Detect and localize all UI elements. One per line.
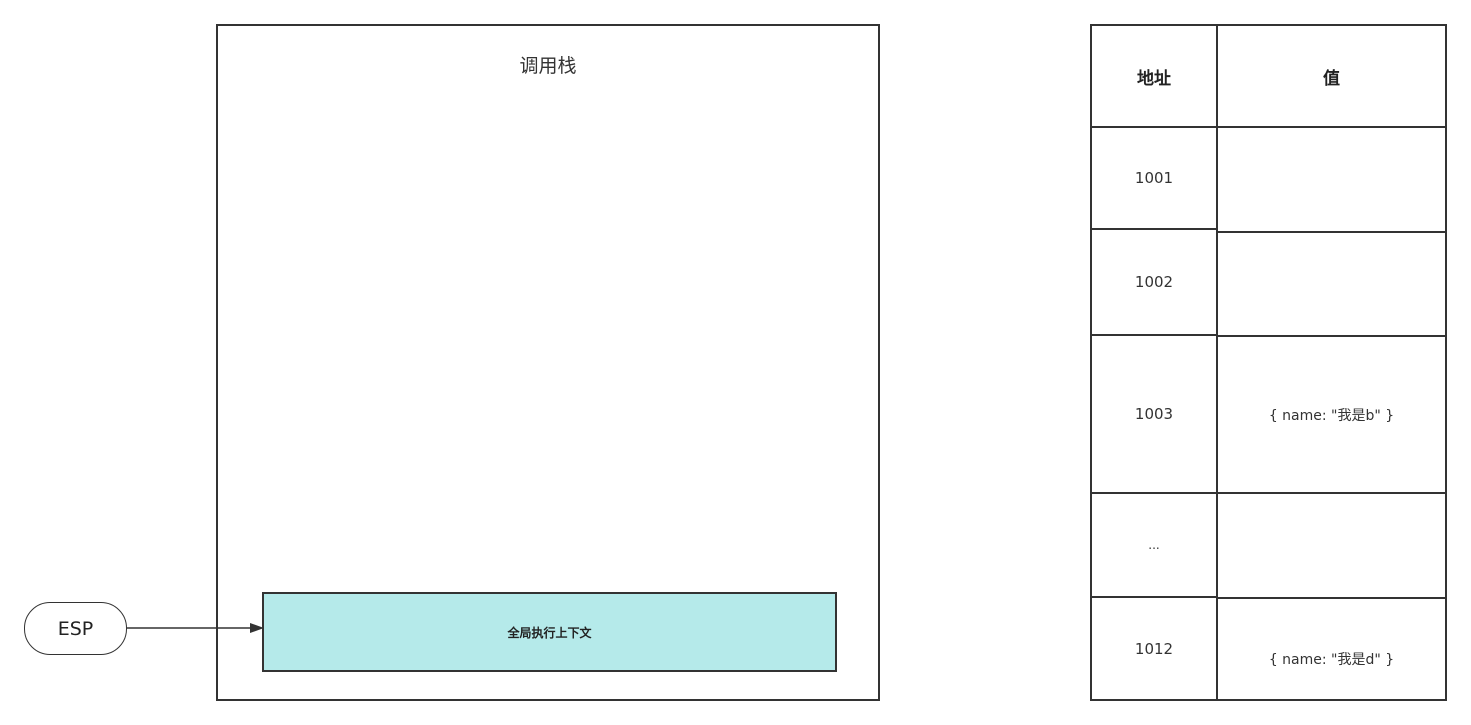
memory-address-cell: 1001	[1090, 126, 1218, 230]
memory-value-cell	[1216, 126, 1447, 233]
global-execution-context-frame[interactable]: 全局执行上下文	[262, 592, 837, 672]
memory-header-value: 值	[1216, 24, 1447, 128]
call-stack-title: 调用栈	[519, 55, 577, 77]
memory-value-cell: { name: "我是b" }	[1216, 335, 1447, 494]
memory-address-cell: ...	[1090, 492, 1218, 598]
memory-value-cell	[1216, 492, 1447, 599]
memory-address-cell: 1003	[1090, 334, 1218, 494]
memory-value-cell	[1216, 231, 1447, 337]
memory-header-address: 地址	[1090, 24, 1218, 128]
esp-pointer-node[interactable]: ESP	[24, 602, 127, 655]
memory-value-cell: { name: "我是d" }	[1216, 597, 1447, 701]
memory-address-cell: 1002	[1090, 228, 1218, 336]
memory-address-cell: 1012	[1090, 596, 1218, 701]
